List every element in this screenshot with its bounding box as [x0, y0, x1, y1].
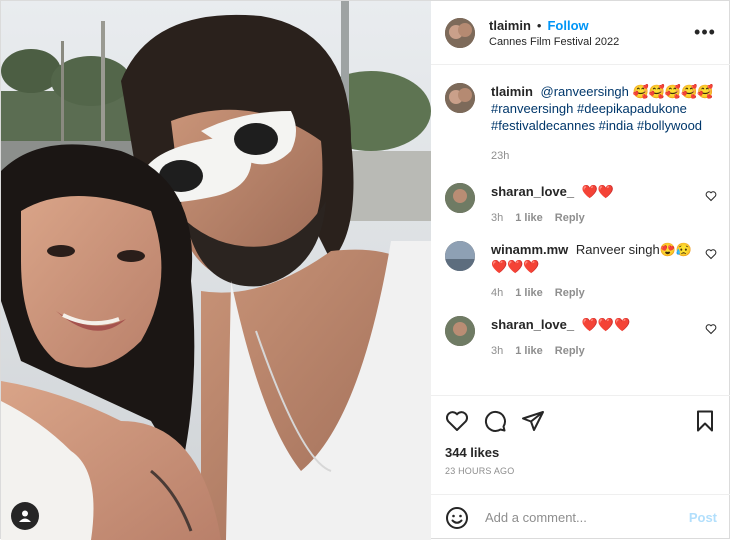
send-icon[interactable]	[521, 409, 545, 433]
comment-like-heart-icon[interactable]	[705, 322, 717, 340]
post-header: tlaimin • Follow Cannes Film Festival 20…	[431, 1, 730, 65]
action-bar	[431, 395, 730, 445]
follow-button[interactable]: Follow	[547, 18, 588, 33]
selfie-image	[1, 1, 431, 540]
post-modal: tlaimin • Follow Cannes Film Festival 20…	[0, 0, 730, 540]
comment-username[interactable]: winamm.mw	[491, 242, 568, 257]
comment-hearts: ❤️❤️❤️	[491, 259, 540, 274]
caption-emojis: 🥰🥰🥰🥰🥰	[632, 84, 714, 99]
post-photo[interactable]	[1, 1, 431, 540]
comments-section: tlaimin @ranveersingh 🥰🥰🥰🥰🥰 #ranveersing…	[431, 65, 730, 395]
separator-dot: •	[536, 17, 542, 33]
commenter-avatar[interactable]	[445, 183, 475, 213]
comment-username[interactable]: sharan_love_	[491, 184, 574, 199]
likes-count[interactable]: 344 likes	[431, 445, 730, 460]
reply-button[interactable]: Reply	[555, 285, 585, 302]
user-tag-icon[interactable]	[11, 502, 39, 530]
caption-hashtags[interactable]: #ranveersingh #deepikapadukone #festival…	[491, 101, 702, 133]
caption-time[interactable]: 23h	[491, 148, 509, 165]
comment-time[interactable]: 3h	[491, 343, 503, 360]
post-location[interactable]: Cannes Film Festival 2022	[489, 36, 693, 48]
comment-icon[interactable]	[483, 409, 507, 433]
author-username[interactable]: tlaimin	[489, 18, 531, 33]
reply-button[interactable]: Reply	[555, 210, 585, 227]
comment-text: ❤️❤️❤️	[581, 317, 631, 332]
comment-time[interactable]: 4h	[491, 285, 503, 302]
commenter-avatar[interactable]	[445, 241, 475, 271]
comment-time[interactable]: 3h	[491, 210, 503, 227]
comment-text: ❤️❤️	[581, 184, 615, 199]
heart-icon[interactable]	[445, 409, 469, 433]
comment-text: Ranveer singh😍😥	[575, 242, 693, 257]
bookmark-icon[interactable]	[693, 409, 717, 433]
caption-username[interactable]: tlaimin	[491, 84, 533, 99]
comment-item: sharan_love_ ❤️❤️❤️ 3h 1 like Reply	[445, 316, 717, 360]
comment-item: sharan_love_ ❤️❤️ 3h 1 like Reply	[445, 183, 717, 227]
comment-username[interactable]: sharan_love_	[491, 317, 574, 332]
comment-likes[interactable]: 1 like	[515, 210, 543, 227]
author-avatar[interactable]	[445, 83, 475, 113]
comment-input[interactable]	[483, 509, 689, 526]
commenter-avatar[interactable]	[445, 316, 475, 346]
posted-time: 23 HOURS AGO	[445, 466, 515, 476]
ellipsis-icon[interactable]: •••	[693, 22, 717, 43]
smiley-icon[interactable]	[445, 506, 469, 530]
add-comment-bar: Post	[431, 494, 730, 540]
author-avatar[interactable]	[445, 17, 475, 48]
caption-mention[interactable]: @ranveersingh	[541, 84, 629, 99]
comment-item: winamm.mw Ranveer singh😍😥 ❤️❤️❤️ 4h 1 li…	[445, 241, 717, 302]
comment-likes[interactable]: 1 like	[515, 285, 543, 302]
comment-like-heart-icon[interactable]	[705, 189, 717, 207]
comment-like-heart-icon[interactable]	[705, 247, 717, 265]
post-comment-button[interactable]: Post	[689, 510, 717, 525]
comment-likes[interactable]: 1 like	[515, 343, 543, 360]
post-side-panel: tlaimin • Follow Cannes Film Festival 20…	[431, 1, 730, 540]
caption: tlaimin @ranveersingh 🥰🥰🥰🥰🥰 #ranveersing…	[445, 83, 717, 165]
reply-button[interactable]: Reply	[555, 343, 585, 360]
